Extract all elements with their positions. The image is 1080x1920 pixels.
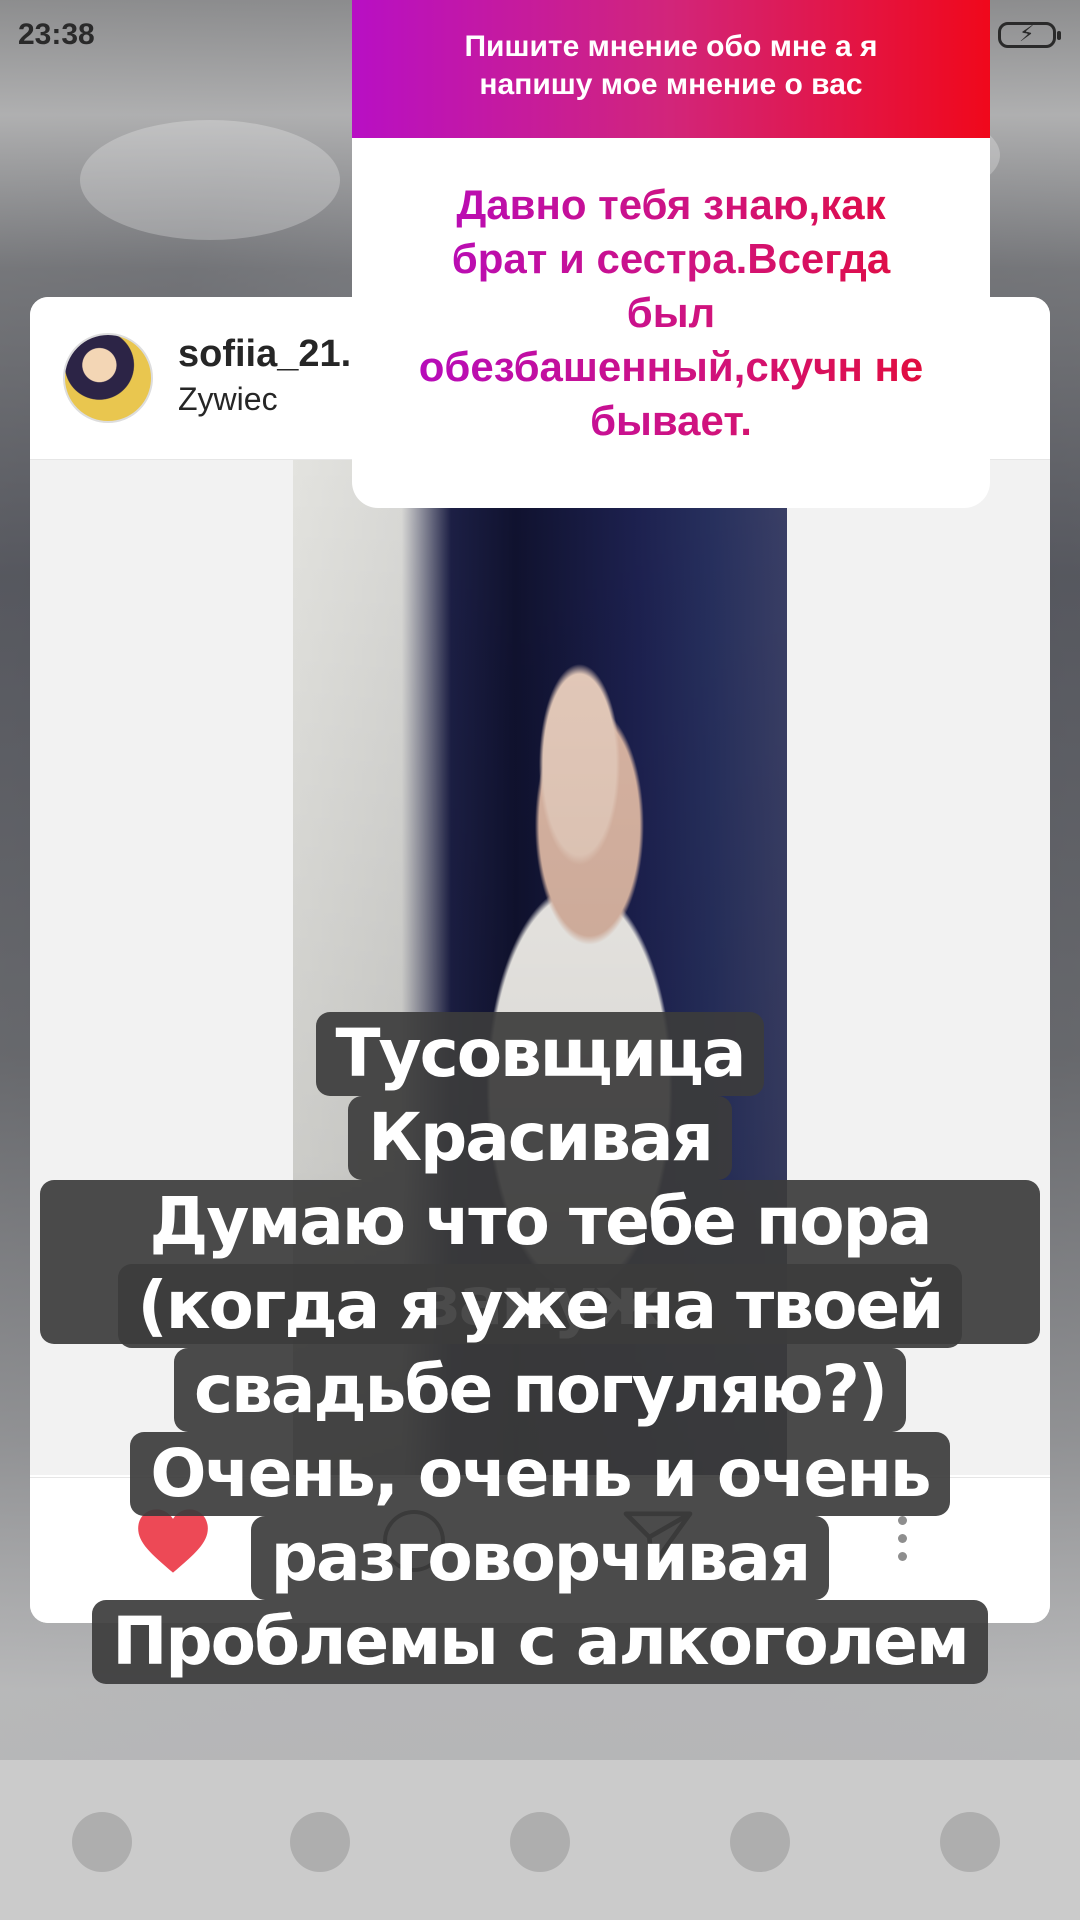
answer-line: был [626,289,716,336]
charging-bolt-icon: ⚡ [1019,21,1035,46]
question-sticker-prompt: Пишите мнение обо мне а я напишу мое мне… [352,0,990,138]
answer-line: Давно тебя знаю,как [456,181,886,228]
background-nav-profile [940,1812,1000,1872]
caption-line: свадьбе погуляю?) [173,1348,907,1432]
question-sticker-answer: Давно тебя знаю,как брат и сестра.Всегда… [352,178,990,448]
background-blur-highlight [80,120,340,240]
answer-line: бывает. [590,397,752,444]
status-bar-time: 23:38 [18,18,95,51]
background-nav-add [510,1812,570,1872]
background-nav-search [290,1812,350,1872]
background-nav-activity [730,1812,790,1872]
caption-line: Тусовщица [315,1012,765,1096]
background-nav-home [72,1812,132,1872]
caption-line: Красивая [348,1096,732,1180]
answer-line: обезбашенный,скучн не [418,343,924,390]
caption-line: (когда я уже на твоей [117,1264,963,1348]
question-prompt-line: напишу мое мнение о вас [479,68,863,101]
post-username[interactable]: sofiia_21. [178,333,351,376]
question-sticker[interactable]: Пишите мнение обо мне а я напишу мое мне… [352,0,990,508]
question-prompt-line: Пишите мнение обо мне а я [464,30,878,63]
battery-charging-icon: ⚡ [998,21,1061,48]
story-caption: Тусовщица Красивая Думаю что тебе пора з… [40,1012,1040,1684]
caption-line: Очень, очень и очень [130,1432,950,1516]
post-location[interactable]: Zywiec [178,381,278,418]
caption-line: разговорчивая [250,1516,830,1600]
answer-line: брат и сестра.Всегда [451,235,891,282]
caption-line: Проблемы с алкоголем [92,1600,988,1684]
avatar[interactable] [63,333,153,423]
